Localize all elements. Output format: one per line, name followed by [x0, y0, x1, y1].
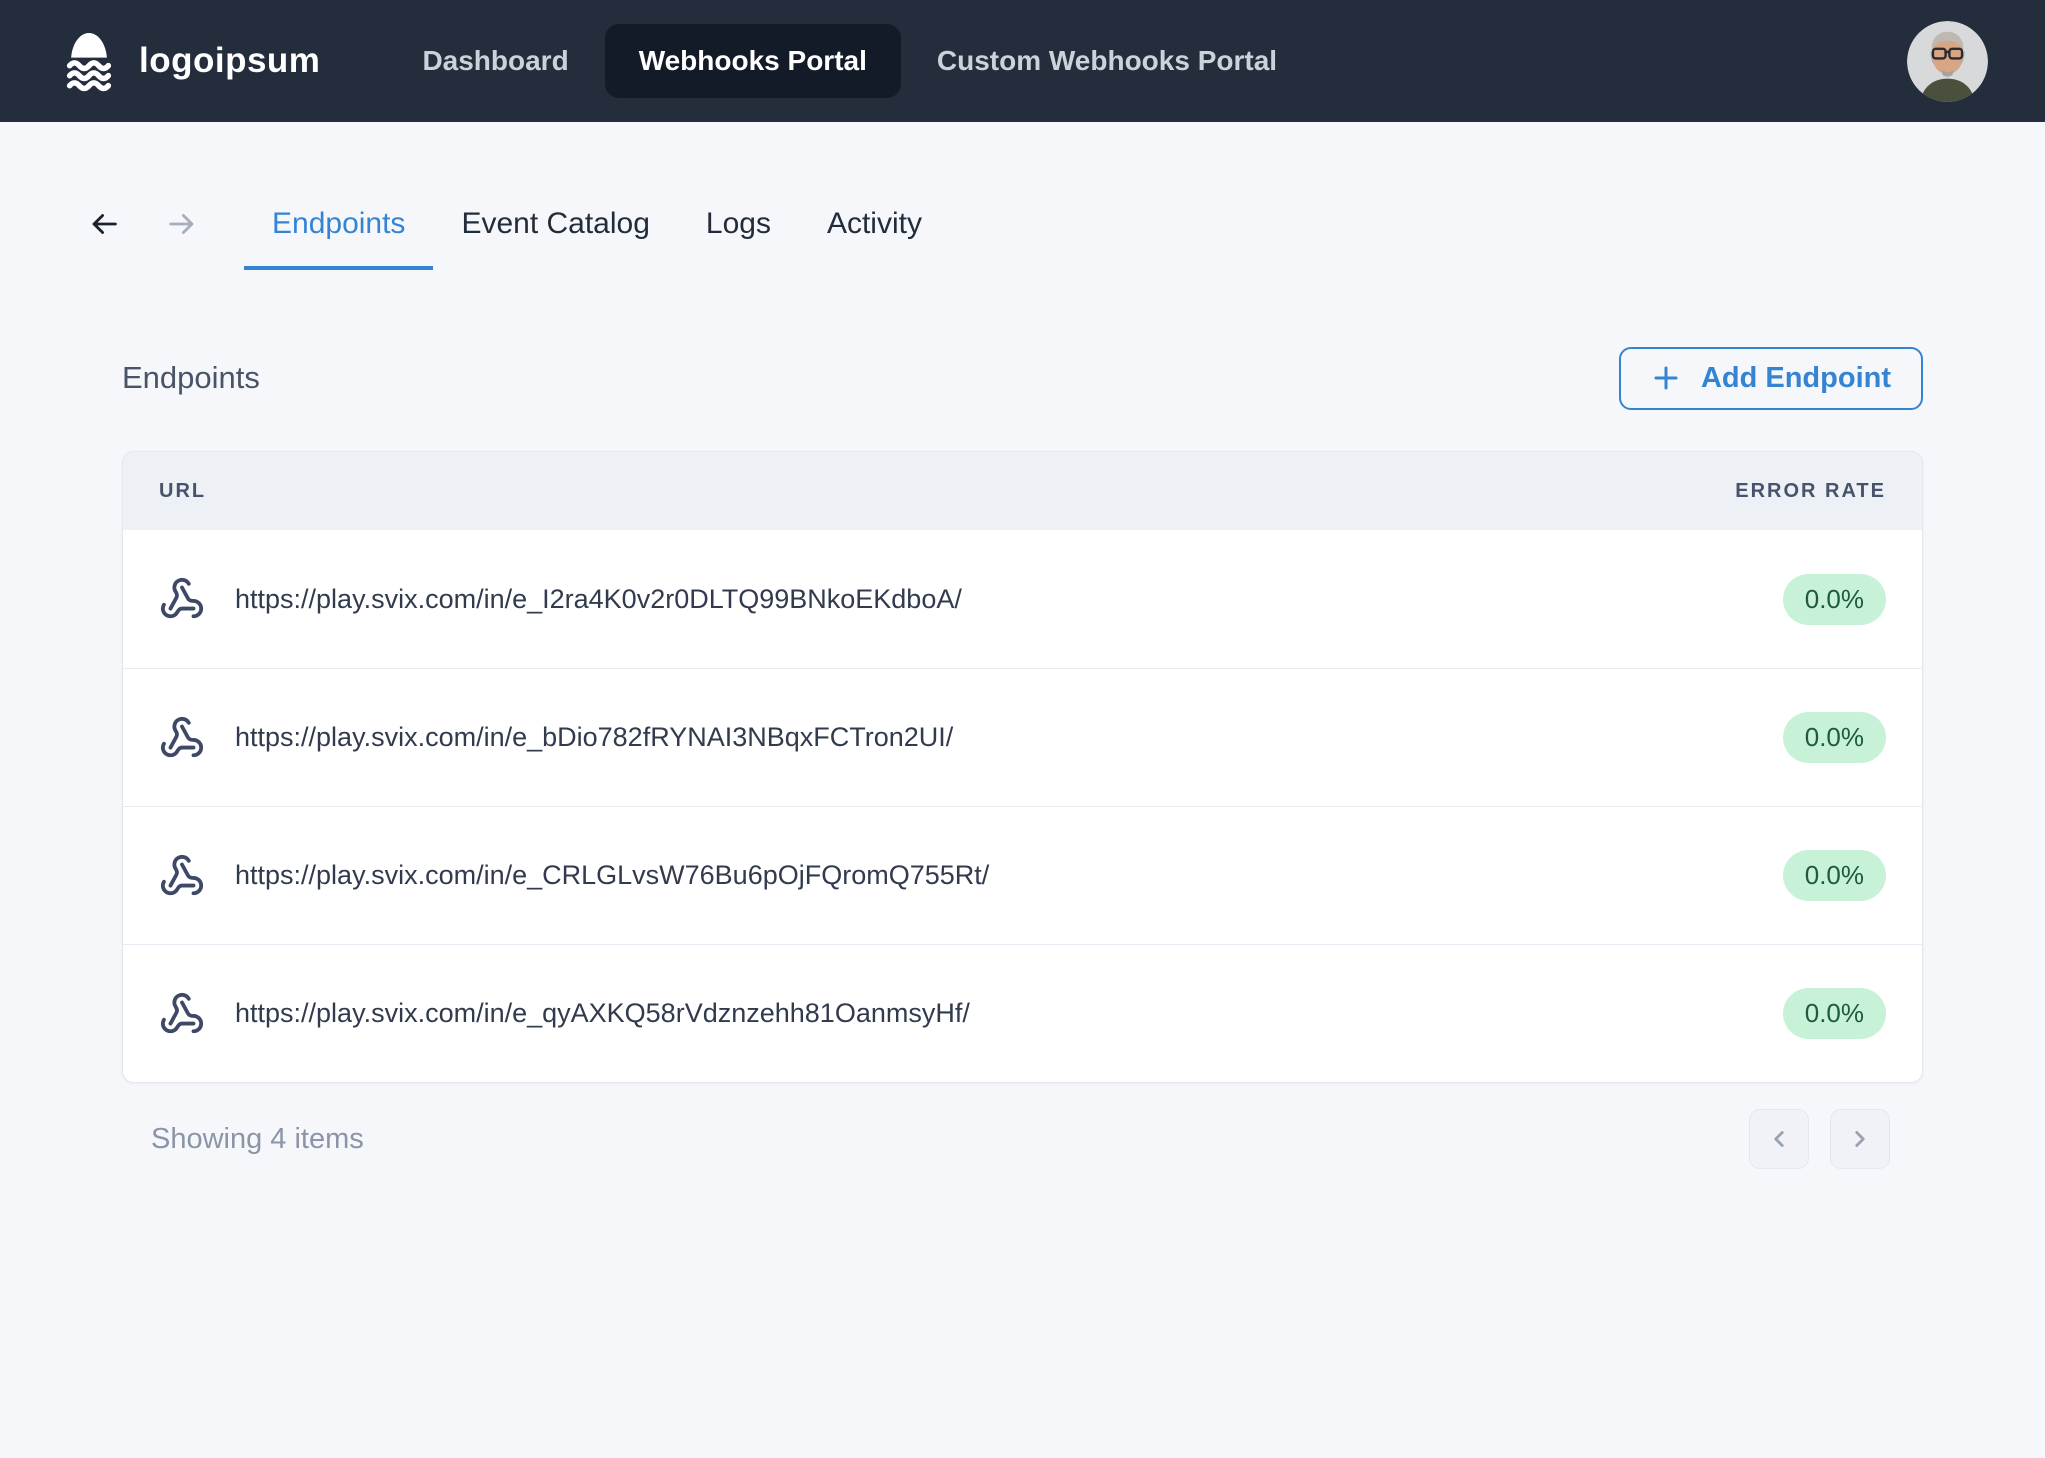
webhook-icon — [159, 991, 205, 1037]
nav-item-dashboard[interactable]: Dashboard — [392, 24, 598, 98]
plus-icon — [1651, 363, 1681, 393]
table-row[interactable]: https://play.svix.com/in/e_CRLGLvsW76Bu6… — [123, 806, 1922, 944]
tab-endpoints[interactable]: Endpoints — [244, 178, 433, 270]
forward-button[interactable] — [156, 198, 208, 250]
column-header-url: URL — [159, 480, 206, 503]
endpoints-table: URL ERROR RATE https://play.svix.com/in/… — [122, 451, 1923, 1083]
endpoint-url: https://play.svix.com/in/e_bDio782fRYNAI… — [235, 722, 953, 753]
endpoint-url: https://play.svix.com/in/e_CRLGLvsW76Bu6… — [235, 860, 989, 891]
error-rate-badge: 0.0% — [1783, 574, 1886, 625]
page-header: Endpoints Add Endpoint — [122, 348, 1923, 408]
user-avatar[interactable] — [1907, 21, 1988, 102]
error-rate-badge: 0.0% — [1783, 712, 1886, 763]
chevron-right-icon — [1847, 1126, 1873, 1152]
page-title: Endpoints — [122, 360, 260, 396]
chevron-left-icon — [1766, 1126, 1792, 1152]
portal-tab-bar: Endpoints Event Catalog Logs Activity — [0, 178, 2045, 270]
brand-logo[interactable]: logoipsum — [57, 29, 320, 93]
webhook-icon — [159, 853, 205, 899]
tab-event-catalog[interactable]: Event Catalog — [433, 178, 677, 270]
items-count-text: Showing 4 items — [151, 1123, 364, 1156]
add-endpoint-label: Add Endpoint — [1701, 362, 1891, 395]
column-header-error-rate: ERROR RATE — [1735, 480, 1886, 503]
endpoint-cell: https://play.svix.com/in/e_bDio782fRYNAI… — [159, 715, 953, 761]
endpoint-url: https://play.svix.com/in/e_I2ra4K0v2r0DL… — [235, 584, 962, 615]
arrow-right-icon — [165, 207, 199, 241]
endpoint-url: https://play.svix.com/in/e_qyAXKQ58rVdzn… — [235, 998, 970, 1029]
top-navigation-bar: logoipsum Dashboard Webhooks Portal Cust… — [0, 0, 2045, 122]
previous-page-button[interactable] — [1749, 1109, 1809, 1169]
tabs: Endpoints Event Catalog Logs Activity — [244, 178, 950, 270]
nav-item-webhooks-portal[interactable]: Webhooks Portal — [605, 24, 901, 98]
table-row[interactable]: https://play.svix.com/in/e_bDio782fRYNAI… — [123, 668, 1922, 806]
pagination — [1749, 1109, 1890, 1169]
next-page-button[interactable] — [1830, 1109, 1890, 1169]
arrow-left-icon — [87, 207, 121, 241]
webhook-icon — [159, 715, 205, 761]
table-row[interactable]: https://play.svix.com/in/e_I2ra4K0v2r0DL… — [123, 530, 1922, 668]
nav-item-custom-webhooks-portal[interactable]: Custom Webhooks Portal — [907, 24, 1307, 98]
webhook-icon — [159, 576, 205, 622]
error-rate-badge: 0.0% — [1783, 988, 1886, 1039]
endpoint-cell: https://play.svix.com/in/e_I2ra4K0v2r0DL… — [159, 576, 962, 622]
error-rate-badge: 0.0% — [1783, 850, 1886, 901]
user-photo-icon — [1907, 21, 1988, 102]
add-endpoint-button[interactable]: Add Endpoint — [1619, 347, 1923, 410]
logoipsum-icon — [57, 29, 121, 93]
table-row[interactable]: https://play.svix.com/in/e_qyAXKQ58rVdzn… — [123, 944, 1922, 1082]
table-footer: Showing 4 items — [122, 1109, 1923, 1169]
endpoints-page: Endpoints Add Endpoint URL ERROR RATE ht… — [0, 348, 2045, 1169]
brand-name: logoipsum — [139, 41, 320, 81]
tab-logs[interactable]: Logs — [678, 178, 799, 270]
primary-nav: Dashboard Webhooks Portal Custom Webhook… — [392, 24, 1307, 98]
endpoint-cell: https://play.svix.com/in/e_CRLGLvsW76Bu6… — [159, 853, 989, 899]
tab-activity[interactable]: Activity — [799, 178, 950, 270]
table-header-row: URL ERROR RATE — [123, 452, 1922, 530]
endpoint-cell: https://play.svix.com/in/e_qyAXKQ58rVdzn… — [159, 991, 970, 1037]
back-button[interactable] — [78, 198, 130, 250]
